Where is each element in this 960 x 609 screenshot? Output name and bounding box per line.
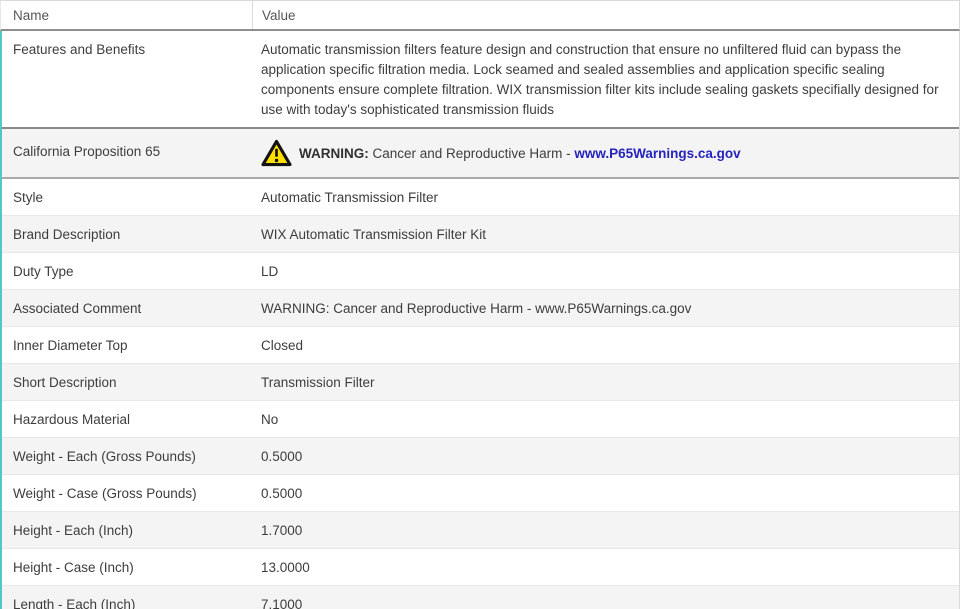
attribute-value: No	[261, 412, 279, 427]
attribute-value: WARNING: Cancer and Reproductive Harm - …	[261, 301, 692, 316]
table-header-row: Name Value	[0, 1, 960, 31]
attribute-name: Weight - Case (Gross Pounds)	[13, 486, 197, 501]
attribute-name: Length - Each (Inch)	[13, 597, 136, 609]
attribute-value: 1.7000	[261, 523, 303, 538]
warning-text: WARNING: Cancer and Reproductive Harm - …	[299, 145, 741, 162]
p65-warnings-link[interactable]: www.P65Warnings.ca.gov	[574, 146, 740, 161]
attribute-value: WARNING: Cancer and Reproductive Harm - …	[252, 129, 959, 177]
attribute-name: California Proposition 65	[13, 144, 161, 159]
attribute-value: 0.5000	[261, 449, 303, 464]
attribute-name: Style	[13, 190, 44, 205]
attribute-value: LD	[261, 264, 279, 279]
attribute-name: Height - Each (Inch)	[13, 523, 134, 538]
attribute-value: 0.5000	[261, 486, 303, 501]
attribute-name: Hazardous Material	[13, 412, 131, 427]
table-row-hazardous-material: Hazardous Material No	[2, 401, 959, 438]
table-row-california-proposition-65: California Proposition 65 WARNING: Cance…	[2, 129, 959, 179]
table-row-height-case: Height - Case (Inch) 13.0000	[2, 549, 959, 586]
attribute-name: Associated Comment	[13, 301, 142, 316]
column-header-value: Value	[262, 7, 296, 23]
warning-triangle-icon	[261, 139, 292, 167]
table-row-inner-diameter-top: Inner Diameter Top Closed	[2, 327, 959, 364]
attribute-value: 13.0000	[261, 560, 310, 575]
attribute-value: 7.1000	[261, 597, 303, 609]
table-row-height-each: Height - Each (Inch) 1.7000	[2, 512, 959, 549]
column-header-name: Name	[1, 1, 253, 29]
table-row-short-description: Short Description Transmission Filter	[2, 364, 959, 401]
attribute-name: Weight - Each (Gross Pounds)	[13, 449, 196, 464]
table-row-length-each: Length - Each (Inch) 7.1000	[2, 586, 959, 609]
attribute-value: Closed	[261, 338, 304, 353]
attribute-name: Brand Description	[13, 227, 121, 242]
attribute-name: Inner Diameter Top	[13, 338, 128, 353]
attribute-value: Automatic transmission filters feature d…	[261, 42, 939, 117]
attribute-value: WIX Automatic Transmission Filter Kit	[261, 227, 487, 242]
table-row-style: Style Automatic Transmission Filter	[2, 179, 959, 216]
table-row-weight-case: Weight - Case (Gross Pounds) 0.5000	[2, 475, 959, 512]
table-row-weight-each: Weight - Each (Gross Pounds) 0.5000	[2, 438, 959, 475]
attribute-value: Transmission Filter	[261, 375, 375, 390]
warning-label: WARNING:	[299, 145, 369, 161]
attribute-name: Short Description	[13, 375, 117, 390]
table-row-brand-description: Brand Description WIX Automatic Transmis…	[2, 216, 959, 253]
table-body: Features and Benefits Automatic transmis…	[0, 31, 960, 609]
attribute-value: Automatic Transmission Filter	[261, 190, 439, 205]
table-row-duty-type: Duty Type LD	[2, 253, 959, 290]
attributes-table: Name Value Features and Benefits Automat…	[0, 0, 960, 609]
table-row-associated-comment: Associated Comment WARNING: Cancer and R…	[2, 290, 959, 327]
table-row-features-and-benefits: Features and Benefits Automatic transmis…	[2, 31, 959, 129]
attribute-name: Duty Type	[13, 264, 74, 279]
attribute-name: Features and Benefits	[13, 42, 146, 57]
attribute-name: Height - Case (Inch)	[13, 560, 134, 575]
warning-body: Cancer and Reproductive Harm -	[368, 145, 575, 161]
